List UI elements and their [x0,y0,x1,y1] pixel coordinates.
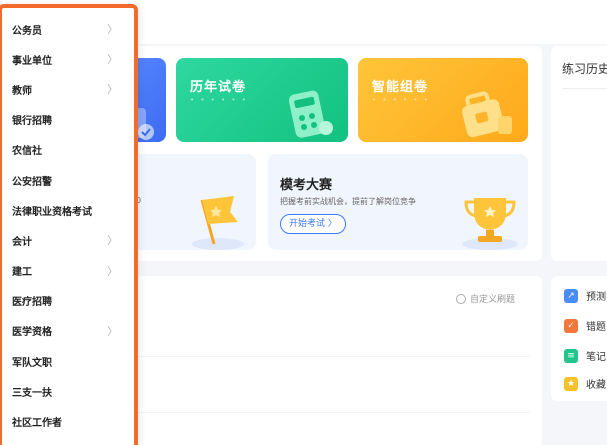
chevron-right-icon: 〉 [107,53,118,67]
tool-forecast[interactable]: ↗ 预测 [564,288,606,303]
chevron-right-icon: 〉 [107,264,118,278]
toolbox-icon [461,91,512,138]
sidebar-item-label: 银行招聘 [12,116,52,128]
practice-history-title: 练习历史 [562,62,607,76]
sidebar-item[interactable]: 医疗招聘 [2,286,134,316]
tool-notes[interactable]: ≡ 笔记 [564,348,606,363]
sidebar-item[interactable]: 公安招警 [2,165,134,195]
sidebar-item-label: 公务员 [12,25,42,37]
category-list: 公务员〉事业单位〉教师〉银行招聘 农信社 公安招警 法律职业资格考试 会计〉建工〉医疗招… [2,8,134,445]
past-papers-card[interactable]: 历年试卷 • • • • • • [176,58,348,142]
note-icon: ≡ [564,348,578,363]
sidebar-item-label: 农信社 [12,146,42,158]
sidebar-item[interactable]: 会计 〉 [2,225,134,255]
sidebar-item[interactable]: 军队文职 [2,346,134,376]
start-exam-button[interactable]: 开始考试 〉 [280,214,346,234]
sidebar-item[interactable]: 医学资格 〉 [2,316,134,346]
check-icon: ✓ [564,318,578,333]
calculator-icon [288,90,333,138]
practice-history-panel [551,46,607,261]
sidebar-item[interactable]: 社区工作者 [2,406,134,436]
past-papers-title: 历年试卷 [190,80,247,95]
mock-contest-desc: 把握考前实战机会，提前了解岗位竞争 [280,197,416,206]
sidebar-item-label: 会计 [12,236,32,248]
tool-wrong-questions[interactable]: ✓ 错题 [564,318,606,333]
divider [562,88,607,89]
custom-refresh-button[interactable]: 自定义刷题 [456,292,515,305]
sidebar-item[interactable]: 教师 〉 [2,74,134,104]
tool-label: 预测 [586,292,606,303]
sidebar-item-label: 三支一扶 [12,387,52,399]
chevron-right-icon: 〉 [107,324,118,338]
chevron-right-icon: 〉 [107,234,118,248]
tool-label: 笔记 [586,352,606,363]
sidebar-item[interactable]: … [2,437,134,445]
past-papers-dots: • • • • • • [190,96,248,104]
sidebar-item-label: 医疗招聘 [12,297,52,309]
tool-label: 收藏 [586,380,606,391]
sidebar-item-label: 社区工作者 [12,418,62,430]
chevron-right-icon: 〉 [107,23,118,37]
chevron-right-icon: 〉 [107,83,118,97]
mock-contest-title: 模考大赛 [280,178,333,193]
sidebar-item[interactable]: 法律职业资格考试 [2,195,134,225]
flag-icon [192,196,244,250]
star-icon: ★ [564,376,578,391]
trend-icon: ↗ [564,288,578,303]
sidebar-item[interactable]: 事业单位 〉 [2,44,134,74]
sidebar-item-label: 公安招警 [12,176,52,188]
trophy-icon [462,198,518,250]
tool-label: 错题 [586,322,606,333]
smart-paper-dots: • • • • • • [372,96,430,104]
sidebar-item[interactable]: 银行招聘 [2,105,134,135]
mock-contest-card[interactable]: 模考大赛 把握考前实战机会，提前了解岗位竞争 开始考试 〉 [268,154,528,250]
sidebar-item-label: 医学资格 [12,327,52,339]
category-dropdown: 公务员〉事业单位〉教师〉银行招聘 农信社 公安招警 法律职业资格考试 会计〉建工〉医疗招… [0,4,138,445]
sidebar-item-label: 军队文职 [12,357,52,369]
custom-refresh-label: 自定义刷题 [470,295,516,305]
sidebar-item-label: 事业单位 [12,55,52,67]
sidebar-item-label: 建工 [12,267,32,279]
tool-favorites[interactable]: ★ 收藏 [564,376,606,391]
settings-hex-icon [456,293,466,304]
sidebar-item[interactable]: 三支一扶 [2,376,134,406]
smart-paper-card[interactable]: 智能组卷 • • • • • • [358,58,528,142]
smart-paper-title: 智能组卷 [372,80,429,95]
divider [130,412,530,413]
divider [130,356,530,357]
sidebar-item[interactable]: 公务员 〉 [2,14,134,44]
sidebar-item-label: 教师 [12,85,32,97]
sidebar-item[interactable]: 建工 〉 [2,256,134,286]
sidebar-item-label: 法律职业资格考试 [12,206,92,218]
sidebar-item[interactable]: 农信社 [2,135,134,165]
